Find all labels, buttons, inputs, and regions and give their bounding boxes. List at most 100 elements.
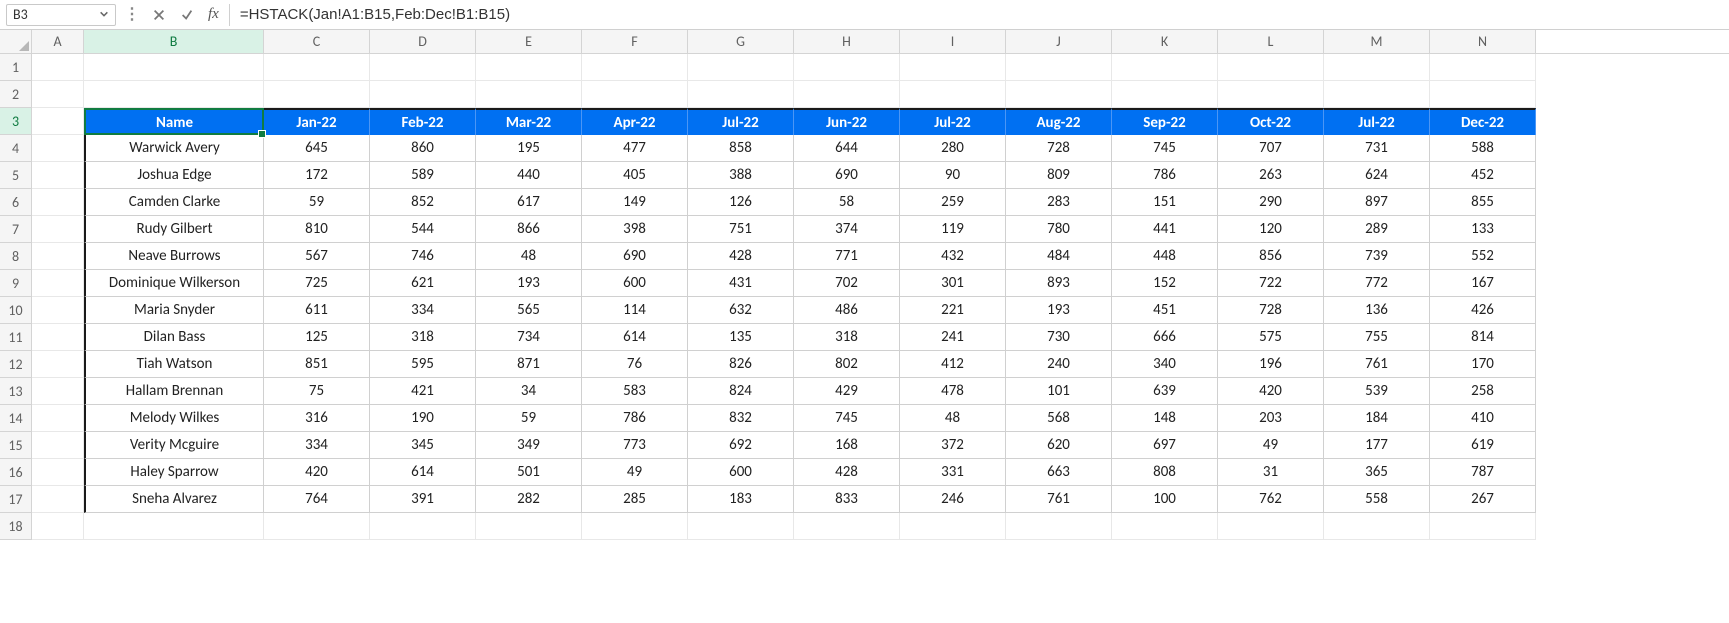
cell-K9[interactable]: 152 [1112,270,1218,297]
cell-B18[interactable] [84,513,264,540]
cell-G8[interactable]: 428 [688,243,794,270]
column-header-L[interactable]: L [1218,30,1324,53]
cell-D15[interactable]: 345 [370,432,476,459]
cell-F17[interactable]: 285 [582,486,688,513]
cell-A3[interactable] [32,108,84,135]
cell-E9[interactable]: 193 [476,270,582,297]
cell-N12[interactable]: 170 [1430,351,1536,378]
cell-E12[interactable]: 871 [476,351,582,378]
cell-L7[interactable]: 120 [1218,216,1324,243]
cell-I9[interactable]: 301 [900,270,1006,297]
cell-J2[interactable] [1006,81,1112,108]
cell-E15[interactable]: 349 [476,432,582,459]
cell-I13[interactable]: 478 [900,378,1006,405]
cell-F3[interactable]: Apr-22 [582,108,688,135]
cell-H11[interactable]: 318 [794,324,900,351]
cell-L11[interactable]: 575 [1218,324,1324,351]
cell-D2[interactable] [370,81,476,108]
cell-H3[interactable]: Jun-22 [794,108,900,135]
cell-H8[interactable]: 771 [794,243,900,270]
cell-N14[interactable]: 410 [1430,405,1536,432]
cell-A11[interactable] [32,324,84,351]
cell-F8[interactable]: 690 [582,243,688,270]
cell-M7[interactable]: 289 [1324,216,1430,243]
cell-A6[interactable] [32,189,84,216]
cell-N4[interactable]: 588 [1430,135,1536,162]
cell-I17[interactable]: 246 [900,486,1006,513]
cell-H1[interactable] [794,54,900,81]
cell-C14[interactable]: 316 [264,405,370,432]
cell-C10[interactable]: 611 [264,297,370,324]
cell-C6[interactable]: 59 [264,189,370,216]
cell-A5[interactable] [32,162,84,189]
cell-A1[interactable] [32,54,84,81]
cell-K2[interactable] [1112,81,1218,108]
cell-A15[interactable] [32,432,84,459]
cell-A18[interactable] [32,513,84,540]
cell-J15[interactable]: 620 [1006,432,1112,459]
column-header-F[interactable]: F [582,30,688,53]
cell-B5[interactable]: Joshua Edge [84,162,264,189]
cell-A10[interactable] [32,297,84,324]
cell-C3[interactable]: Jan-22 [264,108,370,135]
cell-E3[interactable]: Mar-22 [476,108,582,135]
cell-B12[interactable]: Tiah Watson [84,351,264,378]
cell-E4[interactable]: 195 [476,135,582,162]
cell-L10[interactable]: 728 [1218,297,1324,324]
cell-G11[interactable]: 135 [688,324,794,351]
cell-K14[interactable]: 148 [1112,405,1218,432]
cell-E8[interactable]: 48 [476,243,582,270]
cell-L17[interactable]: 762 [1218,486,1324,513]
cell-K4[interactable]: 745 [1112,135,1218,162]
cell-J12[interactable]: 240 [1006,351,1112,378]
cell-M6[interactable]: 897 [1324,189,1430,216]
cell-F2[interactable] [582,81,688,108]
cell-L18[interactable] [1218,513,1324,540]
cell-D5[interactable]: 589 [370,162,476,189]
cell-C5[interactable]: 172 [264,162,370,189]
cell-M15[interactable]: 177 [1324,432,1430,459]
cell-M3[interactable]: Jul-22 [1324,108,1430,135]
cell-N8[interactable]: 552 [1430,243,1536,270]
cell-J6[interactable]: 283 [1006,189,1112,216]
cell-I1[interactable] [900,54,1006,81]
cell-I6[interactable]: 259 [900,189,1006,216]
row-header-13[interactable]: 13 [0,378,32,405]
cell-A17[interactable] [32,486,84,513]
cell-I4[interactable]: 280 [900,135,1006,162]
cell-D6[interactable]: 852 [370,189,476,216]
cell-G17[interactable]: 183 [688,486,794,513]
cell-G9[interactable]: 431 [688,270,794,297]
cell-F10[interactable]: 114 [582,297,688,324]
cell-K15[interactable]: 697 [1112,432,1218,459]
row-header-7[interactable]: 7 [0,216,32,243]
row-header-14[interactable]: 14 [0,405,32,432]
formula-input[interactable] [229,4,1723,26]
cell-L9[interactable]: 722 [1218,270,1324,297]
cell-D11[interactable]: 318 [370,324,476,351]
cell-J14[interactable]: 568 [1006,405,1112,432]
cell-D12[interactable]: 595 [370,351,476,378]
fx-label-icon[interactable]: fx [204,6,223,23]
column-header-A[interactable]: A [32,30,84,53]
cell-M14[interactable]: 184 [1324,405,1430,432]
cell-C17[interactable]: 764 [264,486,370,513]
cell-F11[interactable]: 614 [582,324,688,351]
cell-H15[interactable]: 168 [794,432,900,459]
cell-H5[interactable]: 690 [794,162,900,189]
cell-L14[interactable]: 203 [1218,405,1324,432]
cell-L15[interactable]: 49 [1218,432,1324,459]
cell-N15[interactable]: 619 [1430,432,1536,459]
cell-B2[interactable] [84,81,264,108]
cell-B7[interactable]: Rudy Gilbert [84,216,264,243]
spreadsheet-grid[interactable]: ABCDEFGHIJKLMN 123NameJan-22Feb-22Mar-22… [0,30,1729,540]
cell-H17[interactable]: 833 [794,486,900,513]
cell-J3[interactable]: Aug-22 [1006,108,1112,135]
cell-B14[interactable]: Melody Wilkes [84,405,264,432]
cell-K3[interactable]: Sep-22 [1112,108,1218,135]
column-header-K[interactable]: K [1112,30,1218,53]
column-header-M[interactable]: M [1324,30,1430,53]
cell-I8[interactable]: 432 [900,243,1006,270]
cell-M10[interactable]: 136 [1324,297,1430,324]
cell-N18[interactable] [1430,513,1536,540]
